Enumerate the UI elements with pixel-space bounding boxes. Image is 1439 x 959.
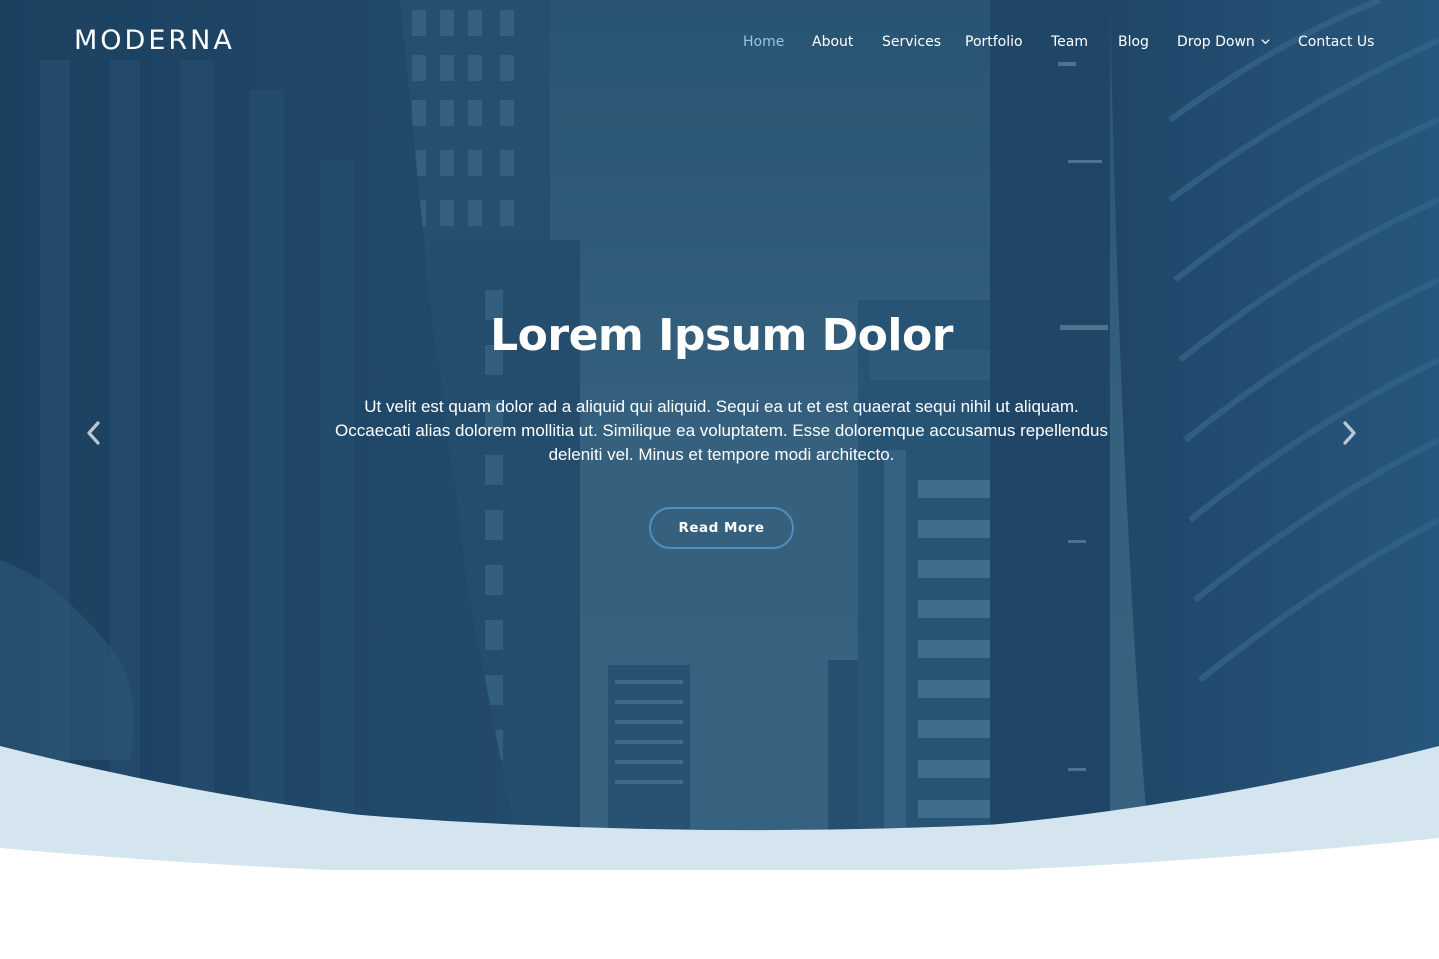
chevron-left-icon: [87, 421, 100, 445]
carousel-next-button[interactable]: [1337, 418, 1363, 448]
chevron-down-icon: [1261, 39, 1270, 45]
site-header: MODERNA Home About Services Portfolio Te…: [0, 0, 1439, 84]
page: MODERNA Home About Services Portfolio Te…: [0, 0, 1439, 959]
nav-item-contact-us[interactable]: Contact Us: [1298, 32, 1374, 52]
chevron-right-icon: [1343, 421, 1356, 445]
nav-item-portfolio[interactable]: Portfolio: [965, 32, 1023, 52]
nav-item-home[interactable]: Home: [743, 32, 784, 52]
nav-item-team[interactable]: Team: [1051, 32, 1088, 52]
main-nav: Home About Services Portfolio Team Blog …: [0, 32, 1439, 52]
hero-description: Ut velit est quam dolor ad a aliquid qui…: [335, 397, 1108, 464]
carousel-prev-button[interactable]: [80, 418, 106, 448]
nav-item-drop-down[interactable]: Drop Down: [1177, 32, 1271, 52]
hero-wave-divider: [0, 746, 1439, 870]
nav-item-about[interactable]: About: [812, 32, 853, 52]
read-more-button[interactable]: Read More: [649, 507, 794, 549]
hero-title: Lorem Ipsum Dolor: [490, 310, 953, 361]
nav-item-drop-down-label: Drop Down: [1177, 34, 1255, 50]
nav-item-services[interactable]: Services: [882, 32, 941, 52]
nav-item-blog[interactable]: Blog: [1118, 32, 1149, 52]
